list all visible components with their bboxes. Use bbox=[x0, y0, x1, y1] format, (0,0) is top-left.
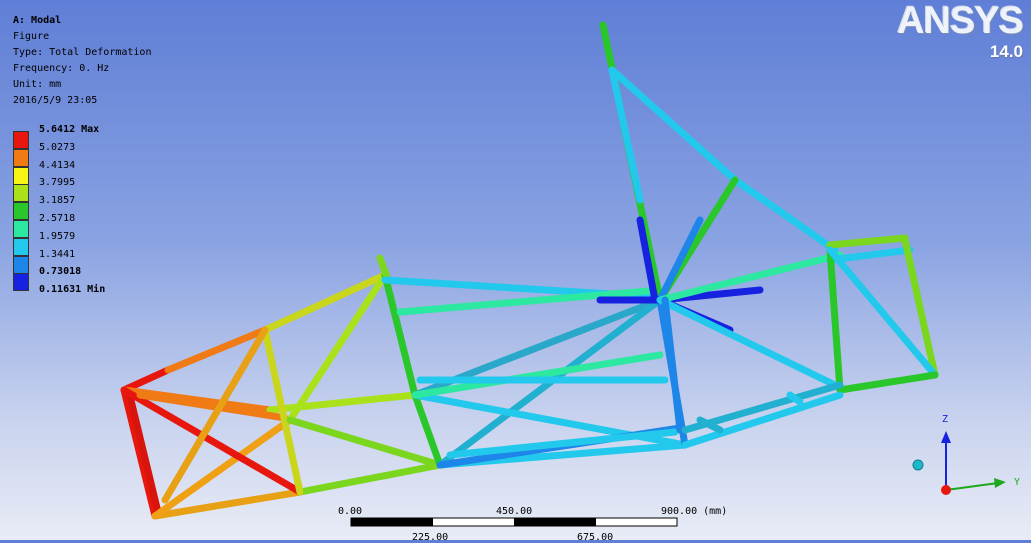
info-unit: Unit: mm bbox=[13, 79, 62, 90]
legend-swatch bbox=[13, 166, 29, 185]
y-axis-arrow-icon bbox=[994, 478, 1006, 488]
legend-label: 3.7995 bbox=[39, 177, 76, 189]
legend-swatch bbox=[13, 255, 29, 274]
result-info-panel: A: Modal Figure Type: Total Deformation … bbox=[13, 13, 151, 109]
legend-swatch bbox=[13, 202, 29, 221]
origin-x-axis-icon bbox=[941, 485, 951, 495]
legend-label: 5.0273 bbox=[39, 141, 76, 153]
coordinate-triad[interactable]: Z Y bbox=[900, 405, 1020, 505]
analysis-title: A: Modal bbox=[13, 15, 62, 26]
legend-label: 4.4134 bbox=[39, 159, 76, 171]
legend-swatch bbox=[13, 184, 29, 203]
legend-label: 0.73018 bbox=[39, 266, 82, 278]
iso-view-icon[interactable] bbox=[912, 459, 924, 471]
legend-swatch bbox=[13, 131, 29, 149]
legend-swatch bbox=[13, 237, 29, 256]
info-frequency: Frequency: 0. Hz bbox=[13, 63, 110, 74]
legend-label: 2.5718 bbox=[39, 213, 76, 224]
ansys-logo: ANSYS 14.0 bbox=[897, 0, 1024, 62]
legend-swatch bbox=[13, 148, 29, 167]
info-type: Type: Total Deformation bbox=[13, 47, 152, 58]
frame-tubes bbox=[120, 21, 939, 520]
y-axis-line bbox=[945, 482, 999, 491]
legend-swatch bbox=[13, 273, 29, 292]
legend-label: 1.9579 bbox=[39, 230, 76, 242]
info-figure: Figure bbox=[13, 31, 50, 42]
logo-version: 14.0 bbox=[989, 42, 1023, 61]
legend-min-label: 0.11631 Min bbox=[39, 284, 106, 296]
z-axis-label: Z bbox=[942, 414, 948, 425]
legend-label: 1.3441 bbox=[39, 248, 76, 260]
y-axis-label: Y bbox=[1014, 477, 1020, 488]
logo-name: ANSYS bbox=[897, 0, 1024, 42]
legend-swatch bbox=[13, 220, 29, 238]
legend-label: 3.1857 bbox=[39, 195, 76, 207]
legend-label: 5.6412 Max bbox=[39, 124, 100, 135]
z-axis-arrow-icon bbox=[941, 431, 951, 443]
frame-model-viewport[interactable] bbox=[0, 0, 1031, 540]
info-timestamp: 2016/5/9 23:05 bbox=[13, 95, 98, 106]
